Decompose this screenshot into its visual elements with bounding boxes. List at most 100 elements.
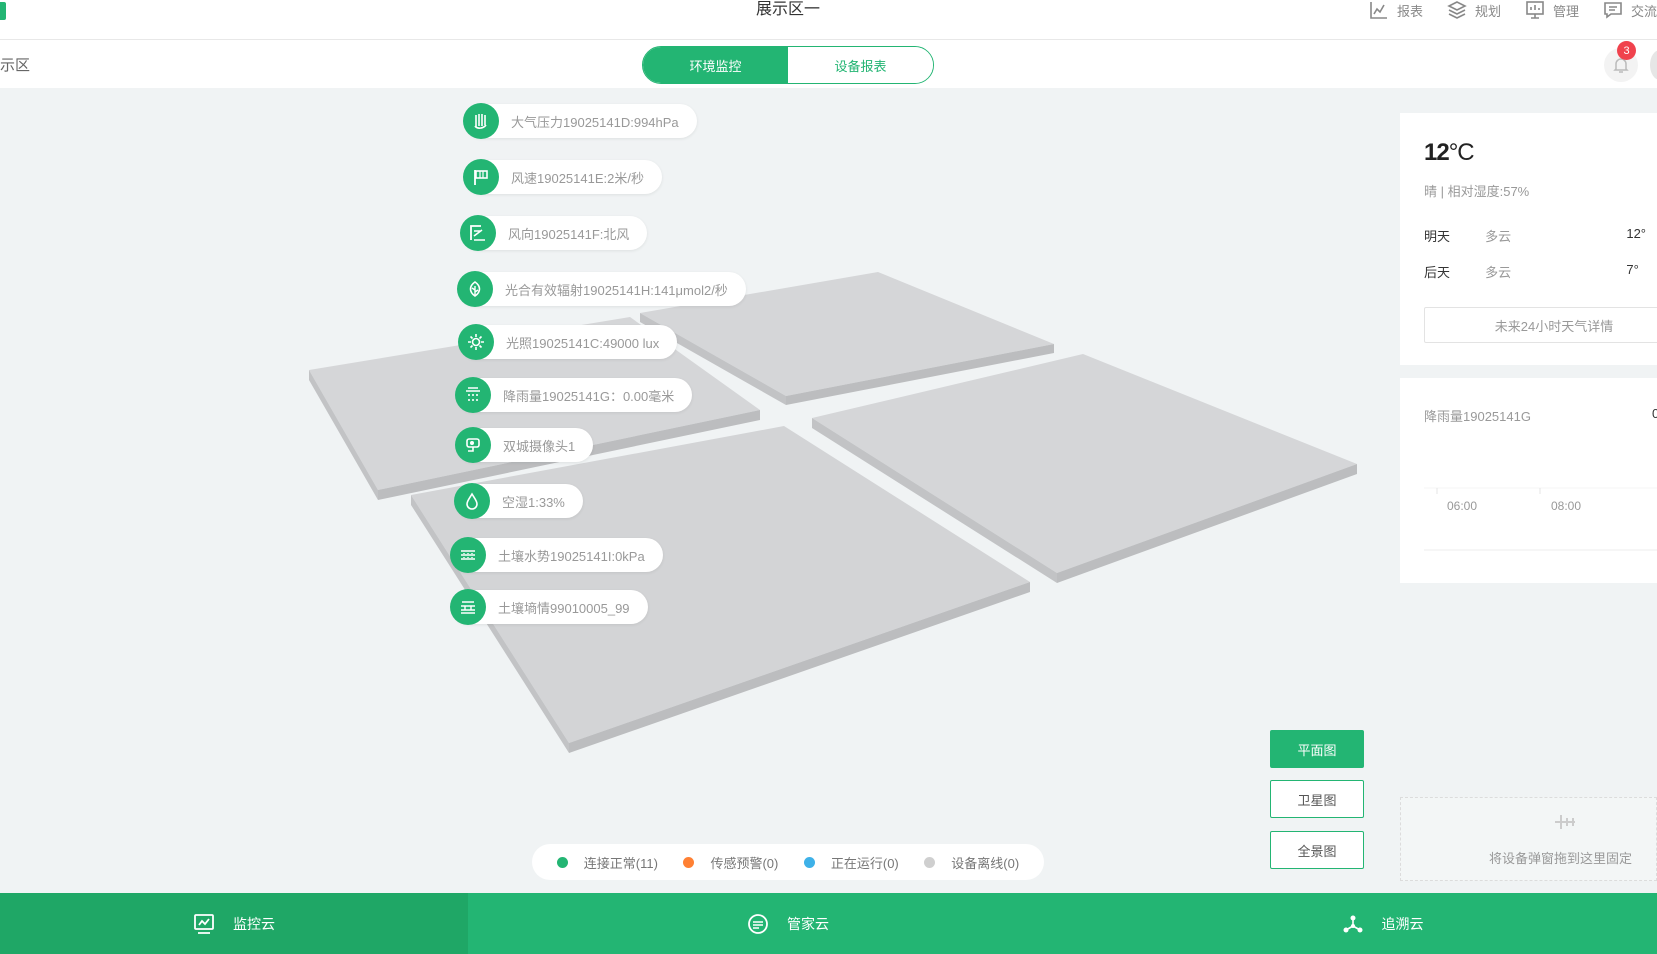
avatar[interactable] <box>1650 50 1657 80</box>
nav-chat[interactable]: 交流 <box>1603 0 1657 20</box>
temperature-value: 12 <box>1424 139 1450 166</box>
nav-report[interactable]: 报表 <box>1369 0 1423 20</box>
legend-connected[interactable]: 连接正常(11) <box>556 853 658 872</box>
flat-view-button[interactable]: 平面图 <box>1270 730 1364 768</box>
forecast-condition: 多云 <box>1485 265 1512 280</box>
rainfall-panel: 降雨量19025141G 0 06:00 08:00 <box>1400 378 1657 583</box>
trace-icon <box>1343 915 1362 932</box>
device-label-light[interactable]: 光照19025141C:49000 lux <box>458 324 678 360</box>
legend-label: 设备离线(0) <box>951 855 1020 871</box>
tab-environment-monitor[interactable]: 环境监控 <box>643 47 788 83</box>
device-label-text: 土壤墒情99010005_99 <box>498 600 630 616</box>
monitor-cloud-icon <box>194 913 214 934</box>
rainfall-chart: 06:00 08:00 <box>1424 487 1657 551</box>
legend-label: 传感预警(0) <box>710 855 779 871</box>
device-label-par[interactable]: 光合有效辐射19025141H:141μmol2/秒 <box>457 271 746 307</box>
device-label-wind-speed[interactable]: 风速19025141E:2米/秒 <box>463 159 662 195</box>
tab-device-report[interactable]: 设备报表 <box>788 47 933 83</box>
legend-dot <box>924 856 936 868</box>
device-label-wind-direction[interactable]: 风向19025141F:北风 <box>460 215 648 251</box>
forecast-row: 后天 多云 7° <box>1424 262 1657 281</box>
weather-description: 晴 | 相对湿度:57% <box>1424 184 1530 199</box>
chat-icon <box>1604 2 1622 19</box>
device-label-text: 空湿1:33% <box>502 494 565 510</box>
device-label-soil-water[interactable]: 土壤水势19025141I:0kPa <box>450 537 663 573</box>
device-label-text: 光照19025141C:49000 lux <box>506 335 660 351</box>
tab-label: 追溯云 <box>1381 915 1424 932</box>
current-temperature: 12°C <box>1424 139 1475 167</box>
x-tick-label: 06:00 <box>1447 499 1477 513</box>
view-tabs: 环境监控 设备报表 <box>642 46 934 84</box>
nav-chat-label: 交流 <box>1630 3 1657 19</box>
legend-running[interactable]: 正在运行(0) <box>803 853 899 872</box>
satellite-view-button[interactable]: 卫星图 <box>1270 780 1364 818</box>
device-label-text: 双城摄像头1 <box>503 438 576 454</box>
monitor-icon <box>1526 1 1544 19</box>
tab-monitor-cloud[interactable]: 监控云 <box>0 893 468 954</box>
device-label-air-humidity[interactable]: 空湿1:33% <box>454 483 583 519</box>
pin-dropzone[interactable]: 将设备弹窗拖到这里固定 <box>1400 797 1657 881</box>
forecast-temp: 7° <box>1626 262 1639 277</box>
wind-direction-icon <box>460 215 496 251</box>
device-label-camera[interactable]: 双城摄像头1 <box>455 427 594 463</box>
soil-water-icon <box>450 537 486 573</box>
soil-moisture-icon <box>450 589 486 625</box>
dropzone-text: 将设备弹窗拖到这里固定 <box>1489 851 1633 866</box>
forecast-temp: 12° <box>1626 226 1647 241</box>
rainfall-title: 降雨量19025141G <box>1424 409 1531 424</box>
device-label-text: 风向19025141F:北风 <box>508 226 630 242</box>
nav-report-label: 报表 <box>1396 3 1423 19</box>
device-label-text: 降雨量19025141G：0.00毫米 <box>503 388 675 404</box>
rain-icon <box>455 377 491 413</box>
notification-badge: 3 <box>1617 41 1636 60</box>
rainfall-value: 0 <box>1652 406 1657 421</box>
weather-details-button[interactable]: 未来24小时天气详情 <box>1424 307 1657 343</box>
forecast-day: 后天 <box>1424 265 1451 280</box>
device-label-text: 风速19025141E:2米/秒 <box>511 170 644 186</box>
device-label-soil-moisture[interactable]: 土壤墒情99010005_99 <box>450 589 648 625</box>
sun-icon <box>458 324 494 360</box>
forecast-row: 明天 多云 12° <box>1424 226 1657 245</box>
nav-plan[interactable]: 规划 <box>1447 0 1501 20</box>
temperature-unit: °C <box>1448 139 1475 166</box>
device-label-pressure[interactable]: 大气压力19025141D:994hPa <box>463 103 697 139</box>
legend-warning[interactable]: 传感预警(0) <box>683 853 778 872</box>
panorama-view-button[interactable]: 全景图 <box>1270 831 1364 869</box>
pin-icon <box>1555 815 1575 829</box>
device-label-text: 光合有效辐射19025141H:141μmol2/秒 <box>505 282 728 298</box>
legend-label: 连接正常(11) <box>583 855 658 871</box>
device-label-rainfall[interactable]: 降雨量19025141G：0.00毫米 <box>455 377 693 413</box>
device-label-text: 土壤水势19025141I:0kPa <box>498 548 645 564</box>
forecast-day: 明天 <box>1424 229 1451 244</box>
sub-bar: 示区 环境监控 设备报表 3 <box>0 40 1657 88</box>
bottom-nav: 监控云 管家云 追溯云 <box>0 893 1657 954</box>
flag-icon <box>463 159 499 195</box>
page-title: 展示区一 <box>755 1 820 18</box>
status-legend: 连接正常(11) 传感预警(0) 正在运行(0) 设备离线(0) <box>532 844 1044 880</box>
camera-icon <box>455 427 491 463</box>
pressure-icon <box>463 103 499 139</box>
report-chart-icon <box>1370 2 1387 19</box>
legend-dot <box>556 856 568 868</box>
legend-label: 正在运行(0) <box>830 855 899 871</box>
legend-offline[interactable]: 设备离线(0) <box>924 853 1019 872</box>
nav-manage[interactable]: 管理 <box>1525 0 1579 20</box>
field-map: 大气压力19025141D:994hPa 风速19025141E:2米/秒 风向… <box>0 88 1390 893</box>
top-nav: 报表 规划 管理 交流 <box>1345 0 1657 20</box>
nav-plan-label: 规划 <box>1474 3 1501 19</box>
weather-panel: 12°C 晴 | 相对湿度:57% 明天 多云 12° 后天 多云 7° 未来2… <box>1400 113 1657 365</box>
tab-label: 监控云 <box>233 915 275 932</box>
tab-trace-cloud[interactable]: 追溯云 <box>1108 893 1657 954</box>
legend-dot <box>683 856 695 868</box>
leaf-icon <box>457 271 493 307</box>
tab-butler-cloud[interactable]: 管家云 <box>468 893 1108 954</box>
layers-icon <box>1447 1 1467 19</box>
nav-manage-label: 管理 <box>1552 3 1579 19</box>
area-title: 示区 <box>0 57 31 74</box>
tab-label: 管家云 <box>787 915 829 932</box>
top-bar: 展示区一 报表 规划 管理 交流 <box>0 0 1657 40</box>
droplet-icon <box>454 483 490 519</box>
field-plots <box>309 272 1357 753</box>
forecast-condition: 多云 <box>1485 229 1512 244</box>
x-tick-label: 08:00 <box>1551 499 1581 513</box>
